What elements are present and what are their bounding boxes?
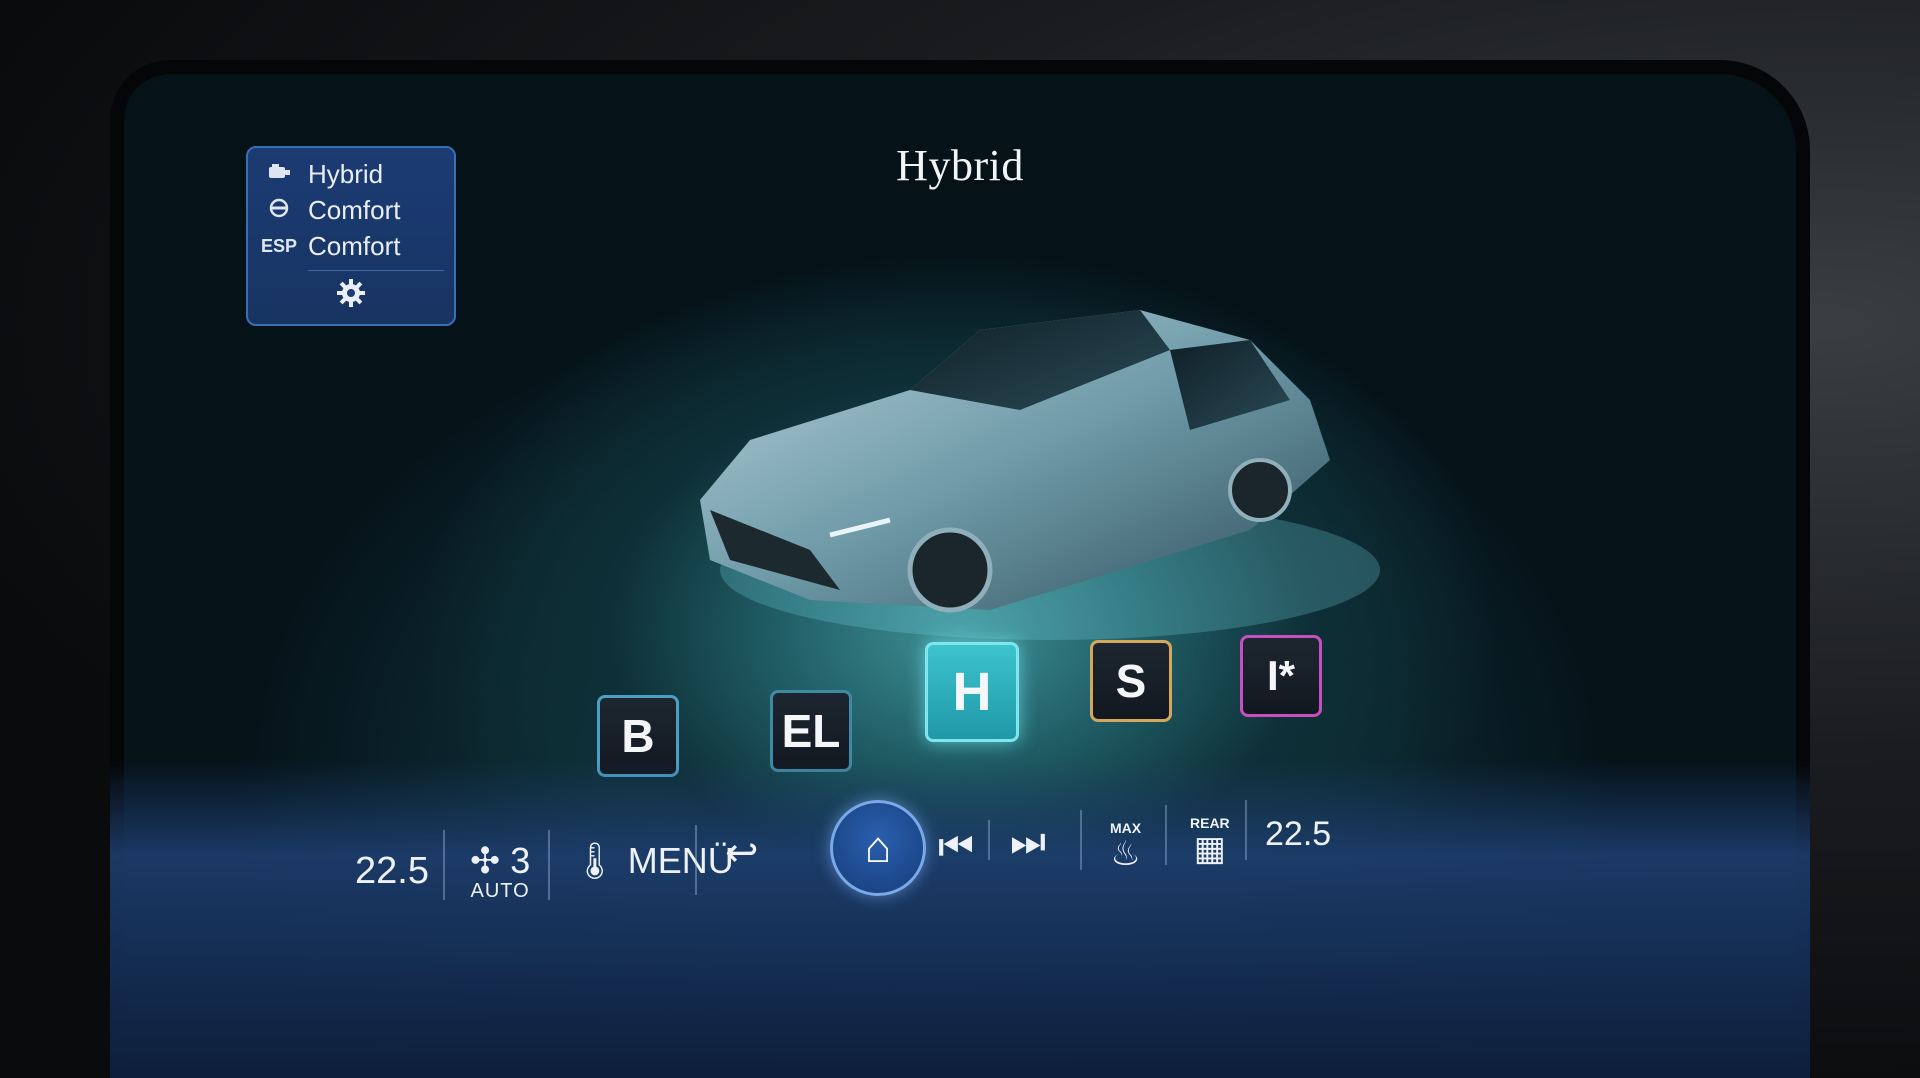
fan-mode: AUTO <box>470 880 530 902</box>
home-icon: ⌂ <box>864 823 892 872</box>
steering-wheel-icon <box>258 197 300 224</box>
back-icon[interactable]: ↩ <box>725 830 759 876</box>
drive-status-panel[interactable]: Hybrid Comfort ESP Comfort <box>246 146 456 326</box>
drive-mode-h-button[interactable]: H <box>925 642 1019 742</box>
climate-menu-label: MENÜ <box>627 840 734 881</box>
home-button[interactable]: ⌂ <box>830 800 926 896</box>
fan-icon: ✣ <box>470 840 501 881</box>
drive-mode-s-button[interactable]: S <box>1090 640 1172 722</box>
dock-divider <box>1245 800 1247 860</box>
thermometer-icon: 🌡 <box>572 840 618 881</box>
windshield-defrost-icon: ♨ <box>1110 835 1141 873</box>
climate-menu-button[interactable]: 🌡 MENÜ <box>572 840 734 882</box>
fan-level: 3 <box>510 840 531 881</box>
engine-icon <box>258 163 300 186</box>
vehicle-illustration <box>700 310 1380 640</box>
rear-defrost-label: REAR <box>1190 815 1230 831</box>
dock-divider <box>443 830 445 900</box>
dock-divider <box>988 820 990 860</box>
status-label-esp: Comfort <box>308 230 401 261</box>
max-defrost-button[interactable]: MAX ♨ <box>1110 820 1141 874</box>
drive-mode-individual-button[interactable]: I* <box>1240 635 1322 717</box>
dock-divider <box>1165 805 1167 865</box>
climate-dock <box>110 760 1810 1078</box>
rear-window-defrost-icon: ▦ <box>1193 830 1226 868</box>
fan-control[interactable]: ✣ 3 AUTO <box>470 840 530 903</box>
right-temperature[interactable]: 22.5 <box>1265 815 1331 854</box>
status-row-esp: ESP Comfort <box>258 228 444 264</box>
max-defrost-label: MAX <box>1110 820 1142 836</box>
dock-divider <box>548 830 550 900</box>
status-label-suspension: Comfort <box>308 194 401 225</box>
esp-icon: ESP <box>260 235 298 256</box>
status-label-drive: Hybrid <box>308 158 384 189</box>
rear-defrost-button[interactable]: REAR ▦ <box>1190 815 1230 869</box>
gear-icon[interactable] <box>258 277 444 318</box>
previous-track-icon[interactable]: ⏮ <box>938 825 974 870</box>
status-row-drive: Hybrid <box>258 156 444 192</box>
status-divider <box>308 270 444 271</box>
left-temperature[interactable]: 22.5 <box>355 850 429 893</box>
status-row-suspension: Comfort <box>258 192 444 228</box>
dock-divider <box>695 825 697 895</box>
next-track-icon[interactable]: ⏭ <box>1010 820 1046 865</box>
infotainment-screen: Hybrid Hybrid Comfort ESP Comfort B EL H… <box>110 60 1810 1078</box>
dock-divider <box>1080 810 1082 870</box>
